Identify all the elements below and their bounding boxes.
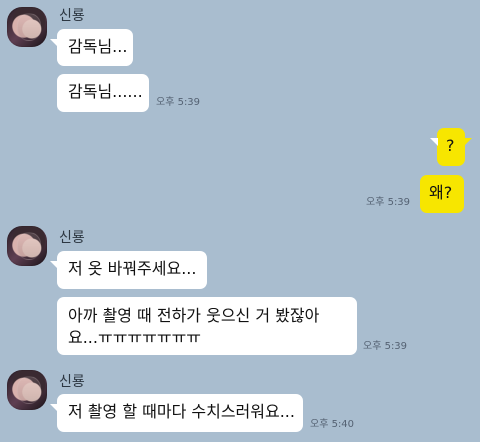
message-text: ? [446,136,455,155]
message-text: 왜? [429,183,453,202]
message-time: 오후 5:39 [366,197,411,208]
message-bubble[interactable]: 왜? [420,175,464,213]
message-text-line-2: 요...ㅠㅠㅠㅠㅠㅠㅠ [68,328,202,347]
sender-name: 신룡 [59,374,85,390]
message-time: 오후 5:40 [310,419,355,430]
profile-avatar[interactable] [7,370,47,410]
message-bubble[interactable]: 저 옷 바꿔주세요... [50,251,207,289]
profile-avatar[interactable] [7,7,47,47]
message-bubble[interactable]: 감독님... [50,29,133,66]
message-bubble[interactable]: 저 촬영 할 때마다 수치스러워요... [50,394,303,432]
profile-avatar[interactable] [7,226,47,266]
message-time: 오후 5:39 [156,97,201,108]
sender-name: 신룡 [59,8,85,24]
message-text: 감독님... [68,37,128,56]
message-text: 저 옷 바꿔주세요... [68,259,197,278]
message-text: 감독님...... [68,82,143,101]
message-text-line-1: 아까 촬영 때 전하가 웃으신 거 봤잖아 [68,306,320,325]
sender-name: 신룡 [59,230,85,246]
chat-screen: 신룡 감독님... 감독님...... 오후 5:39 ? 왜? 오후 5:39… [0,0,480,442]
message-text: 저 촬영 할 때마다 수치스러워요... [68,402,295,421]
message-time: 오후 5:39 [363,341,408,352]
message-bubble[interactable]: 감독님...... [57,74,149,112]
message-bubble[interactable]: ? [430,128,472,166]
message-bubble[interactable]: 아까 촬영 때 전하가 웃으신 거 봤잖아 요...ㅠㅠㅠㅠㅠㅠㅠ [57,297,357,355]
